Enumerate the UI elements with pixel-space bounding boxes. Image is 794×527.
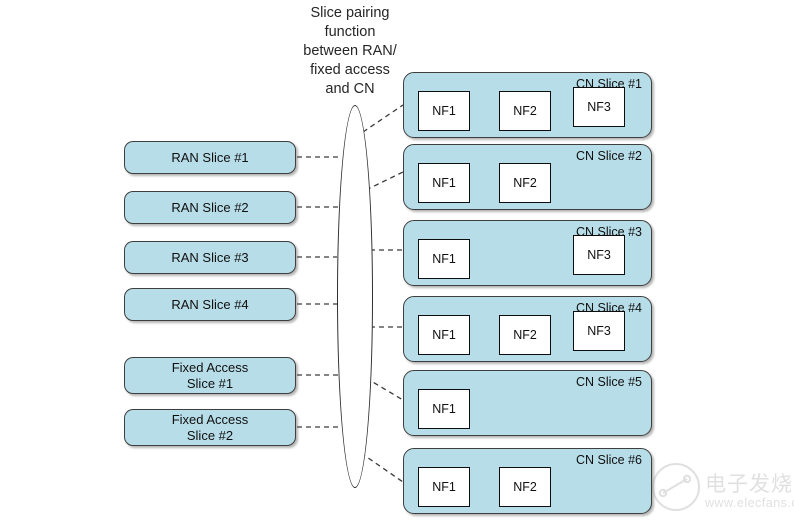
- access-slice-label: RAN Slice #1: [171, 149, 249, 165]
- cn-connector-6: [360, 452, 404, 483]
- network-function-label: NF2: [513, 176, 537, 190]
- watermark-url-text: www.elecfans.com: [705, 496, 794, 510]
- network-function-label: NF3: [587, 248, 611, 262]
- cn-connector-2: [365, 171, 404, 191]
- cn-slice-6[interactable]: CN Slice #6 NF1 NF2: [403, 448, 652, 514]
- network-function-box[interactable]: NF2: [499, 163, 551, 203]
- network-function-label: NF1: [432, 402, 456, 416]
- slice-pairing-ellipse: [337, 105, 373, 488]
- access-slice-label: RAN Slice #3: [171, 249, 249, 265]
- network-function-box[interactable]: NF2: [499, 467, 551, 507]
- access-slice-4[interactable]: RAN Slice #4: [124, 288, 296, 321]
- cn-slice-2[interactable]: CN Slice #2 NF1 NF2: [403, 144, 652, 210]
- pairing-function-title: Slice pairing function between RAN/ fixe…: [303, 5, 397, 97]
- access-slice-label: Fixed Access Slice #2: [171, 411, 249, 443]
- network-function-box[interactable]: NF2: [499, 315, 551, 355]
- cn-slice-3[interactable]: CN Slice #3 NF1 NF3: [403, 220, 652, 286]
- watermark-logo-icon: [652, 463, 700, 511]
- access-slice-label: Fixed Access Slice #1: [171, 359, 249, 391]
- network-function-label: NF1: [432, 104, 456, 118]
- network-function-box[interactable]: NF1: [418, 315, 470, 355]
- network-function-label: NF2: [513, 104, 537, 118]
- cn-connector-5: [365, 377, 404, 401]
- cn-slice-label: CN Slice #6: [576, 453, 642, 467]
- network-function-label: NF3: [587, 100, 611, 114]
- cn-slice-label: CN Slice #2: [576, 149, 642, 163]
- network-function-box[interactable]: NF3: [573, 235, 625, 275]
- network-function-box[interactable]: NF1: [418, 389, 470, 429]
- network-function-box[interactable]: NF3: [573, 311, 625, 351]
- network-function-label: NF3: [587, 324, 611, 338]
- network-function-box[interactable]: NF2: [499, 91, 551, 131]
- access-slice-6[interactable]: Fixed Access Slice #2: [124, 409, 296, 446]
- cn-slice-4[interactable]: CN Slice #4 NF1 NF2 NF3: [403, 296, 652, 362]
- access-slice-2[interactable]: RAN Slice #2: [124, 191, 296, 224]
- network-function-label: NF1: [432, 252, 456, 266]
- cn-slice-label: CN Slice #5: [576, 375, 642, 389]
- connector-group-left: [297, 156, 340, 428]
- network-function-box[interactable]: NF1: [418, 163, 470, 203]
- diagram-canvas: Slice pairing function between RAN/ fixe…: [0, 0, 794, 527]
- network-function-label: NF1: [432, 176, 456, 190]
- network-function-label: NF2: [513, 480, 537, 494]
- network-function-box[interactable]: NF3: [573, 87, 625, 127]
- access-slice-label: RAN Slice #4: [171, 296, 249, 312]
- network-function-label: NF1: [432, 480, 456, 494]
- network-function-box[interactable]: NF1: [418, 467, 470, 507]
- network-function-box[interactable]: NF1: [418, 91, 470, 131]
- cn-connector-1: [362, 104, 404, 133]
- network-function-box[interactable]: NF1: [418, 239, 470, 279]
- network-function-label: NF1: [432, 328, 456, 342]
- cn-slice-5[interactable]: CN Slice #5 NF1: [403, 370, 652, 436]
- access-slice-1[interactable]: RAN Slice #1: [124, 141, 296, 174]
- watermark-brand-text: 电子发烧友: [705, 472, 794, 496]
- watermark: 电子发烧友 www.elecfans.com: [651, 456, 794, 522]
- cn-slice-1[interactable]: CN Slice #1 NF1 NF2 NF3: [403, 72, 652, 138]
- network-function-label: NF2: [513, 328, 537, 342]
- access-slice-3[interactable]: RAN Slice #3: [124, 241, 296, 274]
- access-slice-label: RAN Slice #2: [171, 199, 249, 215]
- access-slice-5[interactable]: Fixed Access Slice #1: [124, 357, 296, 394]
